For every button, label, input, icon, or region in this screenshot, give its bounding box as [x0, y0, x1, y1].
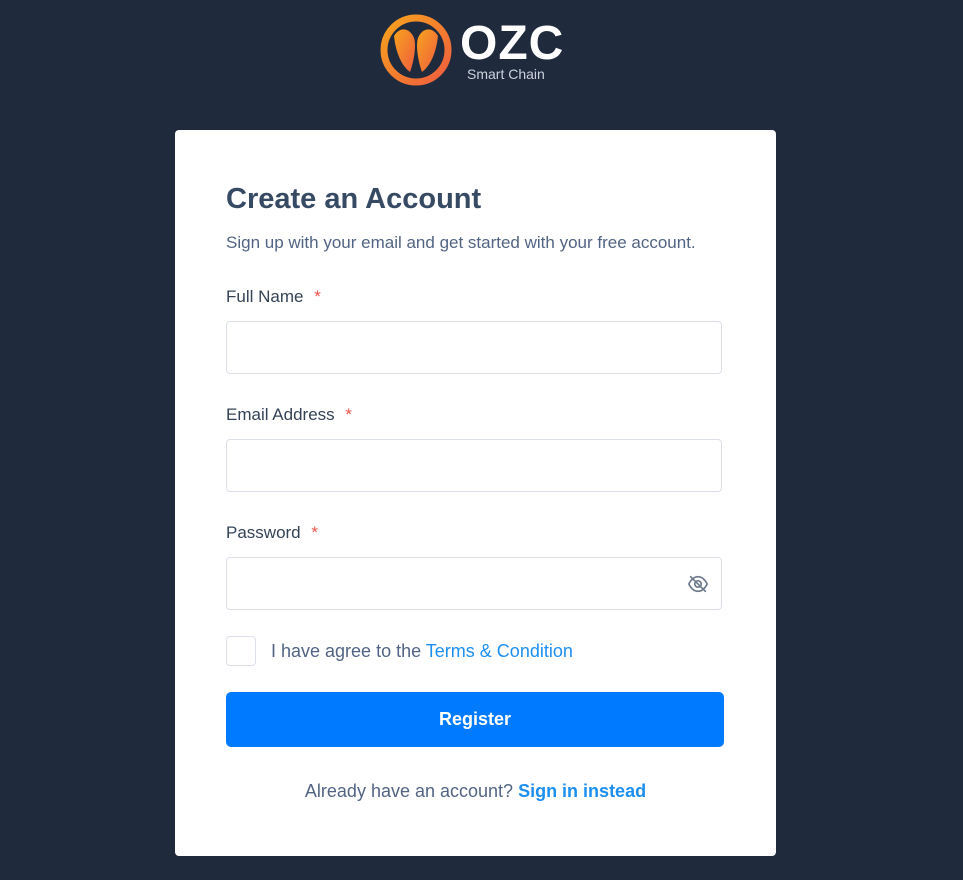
- password-input[interactable]: [226, 557, 722, 610]
- signin-prompt: Already have an account? Sign in instead: [175, 780, 776, 802]
- email-label: Email Address *: [226, 405, 352, 425]
- page-title: Create an Account: [226, 183, 482, 215]
- brand-logo[interactable]: OZC Smart Chain: [380, 14, 570, 88]
- brand-name: OZC: [460, 17, 565, 70]
- page-subtitle: Sign up with your email and get started …: [226, 233, 696, 252]
- terms-link[interactable]: Terms & Condition: [426, 641, 573, 661]
- terms-text: I have agree to the Terms & Condition: [271, 641, 573, 661]
- required-marker: *: [314, 287, 321, 306]
- password-label: Password *: [226, 523, 318, 543]
- full-name-label-text: Full Name: [226, 287, 304, 306]
- eye-off-icon[interactable]: [687, 573, 709, 595]
- terms-checkbox[interactable]: [226, 636, 256, 666]
- required-marker: *: [311, 523, 318, 542]
- required-marker: *: [345, 405, 353, 424]
- register-button[interactable]: Register: [226, 692, 724, 747]
- ozc-logo-icon: [380, 14, 452, 86]
- terms-prefix: I have agree to the: [271, 641, 426, 661]
- signin-link[interactable]: Sign in instead: [518, 781, 646, 801]
- signin-prompt-text: Already have an account?: [304, 781, 519, 801]
- email-input[interactable]: [226, 439, 722, 492]
- full-name-input[interactable]: [226, 321, 722, 374]
- brand-tagline: Smart Chain: [467, 66, 545, 82]
- email-label-text: Email Address: [226, 405, 335, 424]
- register-card: Create an Account Sign up with your emai…: [175, 130, 776, 856]
- password-label-text: Password: [226, 523, 301, 542]
- full-name-label: Full Name *: [226, 287, 321, 307]
